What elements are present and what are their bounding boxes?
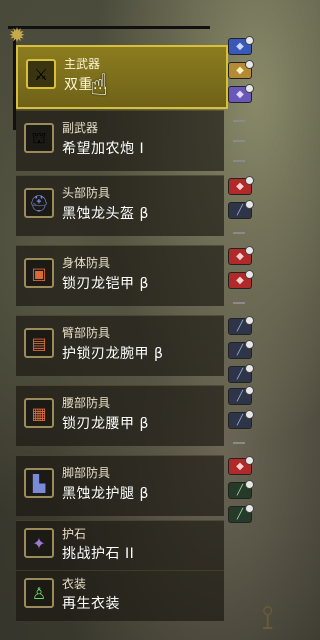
decoration-slot[interactable]: ╱ [228,340,254,359]
slot-talisman[interactable]: ✦ 护石 挑战护石 II [16,520,224,571]
decoration-slot[interactable]: ╱ [228,200,254,219]
decoration-slot[interactable]: ╱ [228,410,254,429]
slot-category: 衣装 [62,577,87,591]
decoration-slot[interactable]: ◆ [228,270,254,289]
helmet-icon: ⛑ [24,188,54,218]
decoration-slot[interactable]: ◆ [228,36,254,55]
decoration-slot[interactable]: ╱ [228,504,254,523]
slot-category: 副武器 [62,121,99,135]
slot-leg-armor[interactable]: ▙ 脚部防具 黑蚀龙护腿 β [16,455,224,516]
gauntlet-icon: ▤ [24,328,54,358]
slot-item-name: 锁刃龙铠甲 β [62,276,149,292]
frame-top-bar [8,26,210,29]
slot-item-name: 黑蚀龙护腿 β [62,486,149,502]
corner-ornament-icon: ⟟ [261,598,274,638]
decoration-slot-empty[interactable] [228,442,250,445]
slot-head-armor[interactable]: ⛑ 头部防具 黑蚀龙头盔 β [16,175,224,236]
slot-category: 身体防具 [62,256,111,270]
waist-armor-icon: ▦ [24,398,54,428]
decoration-slot[interactable]: ◆ [228,456,254,475]
slot-category: 脚部防具 [62,466,111,480]
chest-armor-icon: ▣ [24,258,54,288]
slot-item-name: 希望加农炮 I [62,141,145,157]
decoration-slot[interactable]: ╱ [228,386,254,405]
decoration-slot[interactable]: ╱ [228,480,254,499]
decoration-slot[interactable]: ◆ [228,84,254,103]
slot-chest-armor[interactable]: ▣ 身体防具 锁刃龙铠甲 β [16,245,224,306]
slot-item-name: 黑蚀龙头盔 β [62,206,149,222]
slot-category: 腰部防具 [62,396,111,410]
slot-item-name: 挑战护石 II [62,546,135,562]
slot-sub-weapon[interactable]: ⛫ 副武器 希望加农炮 I [16,110,224,171]
decoration-slot-empty[interactable] [228,232,250,235]
cannon-icon: ⛫ [24,123,54,153]
mantle-icon: ♙ [24,578,54,608]
talisman-icon: ✦ [24,528,54,558]
hand-cursor-icon: ☝ [90,68,109,103]
decoration-slot[interactable]: ◆ [228,246,254,265]
decoration-slot-empty[interactable] [228,160,250,163]
greaves-icon: ▙ [24,468,54,498]
great-sword-icon: ⚔ [26,59,56,89]
decoration-slot[interactable]: ╱ [228,316,254,335]
slot-mantle[interactable]: ♙ 衣装 再生衣装 [16,570,224,621]
decoration-slot-empty[interactable] [228,140,250,143]
gear-icon: ✹ [8,23,26,47]
slot-item-name: 锁刃龙腰甲 β [62,416,149,432]
slot-item-name: 再生衣装 [62,596,120,612]
slot-main-weapon[interactable]: ⚔ 主武器 双重... [16,45,228,109]
decoration-slot[interactable]: ◆ [228,176,254,195]
slot-item-name: 护锁刃龙腕甲 β [62,346,164,362]
decoration-slot-empty[interactable] [228,120,250,123]
decoration-slot-empty[interactable] [228,302,250,305]
slot-category: 臂部防具 [62,326,111,340]
decoration-slot[interactable]: ◆ [228,60,254,79]
slot-category: 护石 [62,527,87,541]
decoration-slot[interactable]: ╱ [228,364,254,383]
slot-arm-armor[interactable]: ▤ 臂部防具 护锁刃龙腕甲 β [16,315,224,376]
slot-category: 头部防具 [62,186,111,200]
slot-waist-armor[interactable]: ▦ 腰部防具 锁刃龙腰甲 β [16,385,224,446]
